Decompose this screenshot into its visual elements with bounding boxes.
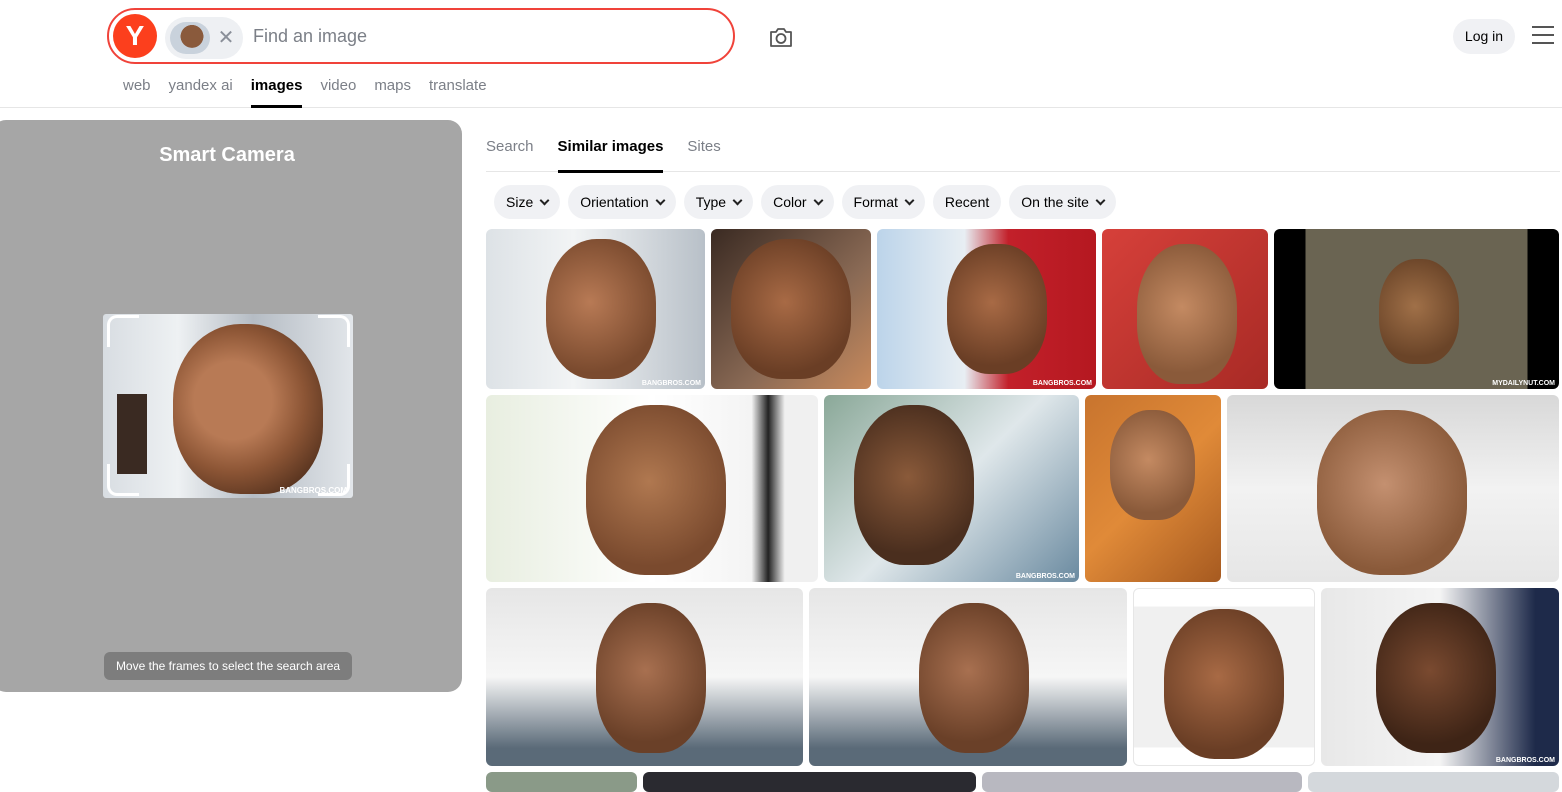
search-input[interactable] <box>253 22 713 50</box>
service-nav: web yandex ai images video maps translat… <box>123 76 487 108</box>
crop-handle-bottom-left[interactable] <box>107 464 139 496</box>
watermark: BANGBROS.COM <box>1032 380 1092 387</box>
chevron-down-icon <box>1095 195 1106 206</box>
tab-sites[interactable]: Sites <box>687 120 720 172</box>
smart-camera-title: Smart Camera <box>159 144 295 166</box>
result-image[interactable]: MYDAILYNUT.COM <box>1274 229 1559 389</box>
chevron-down-icon <box>539 195 550 206</box>
nav-video[interactable]: video <box>320 76 356 108</box>
watermark: MYDAILYNUT.COM <box>1492 380 1555 387</box>
nav-web[interactable]: web <box>123 76 151 108</box>
filter-bar: Size Orientation Type Color Format Recen… <box>494 185 1116 219</box>
result-image[interactable]: BANGBROS.COM <box>486 229 705 389</box>
crop-hint: Move the frames to select the search are… <box>104 652 352 680</box>
filter-recent[interactable]: Recent <box>932 185 1002 219</box>
crop-handle-top-left[interactable] <box>107 315 139 347</box>
result-image[interactable] <box>486 588 803 766</box>
filter-on-the-site[interactable]: On the site <box>1009 185 1116 219</box>
result-image[interactable] <box>1102 229 1268 389</box>
result-image[interactable] <box>982 772 1302 792</box>
tab-similar-images[interactable]: Similar images <box>557 120 663 173</box>
filter-size[interactable]: Size <box>494 185 561 219</box>
chevron-down-icon <box>655 195 666 206</box>
nav-images[interactable]: images <box>250 76 302 108</box>
watermark: BANGBROS.COM <box>641 380 701 387</box>
filter-orientation[interactable]: Orientation <box>568 185 676 219</box>
menu-icon[interactable] <box>1532 26 1554 46</box>
result-image[interactable] <box>711 229 871 389</box>
chevron-down-icon <box>732 195 743 206</box>
results-panel: Search Similar images Sites Size Orienta… <box>474 120 1562 792</box>
crop-handle-bottom-right[interactable] <box>318 464 350 496</box>
result-image[interactable]: BANGBROS.COM <box>1321 588 1559 766</box>
watermark: BANGBROS.COM <box>1495 757 1555 764</box>
result-image[interactable] <box>1308 772 1559 792</box>
yandex-logo[interactable]: Y <box>113 14 157 58</box>
crop-handle-top-right[interactable] <box>318 315 350 347</box>
result-image[interactable] <box>1085 395 1221 582</box>
nav-translate[interactable]: translate <box>429 76 487 108</box>
result-image[interactable] <box>809 588 1127 766</box>
result-image[interactable]: BANGBROS.COM <box>877 229 1096 389</box>
result-image[interactable] <box>486 395 818 582</box>
result-image[interactable] <box>1227 395 1559 582</box>
result-image[interactable] <box>1133 588 1315 766</box>
camera-icon[interactable] <box>765 21 797 53</box>
search-box[interactable]: Y ✕ <box>107 8 735 64</box>
login-button[interactable]: Log in <box>1453 19 1515 54</box>
result-image[interactable] <box>486 772 637 792</box>
smart-camera-panel: Smart Camera BANGBROS.COM Move the frame… <box>0 120 462 692</box>
chevron-down-icon <box>904 195 915 206</box>
watermark: BANGBROS.COM <box>1015 573 1075 580</box>
nav-yandex-ai[interactable]: yandex ai <box>169 76 233 108</box>
filter-type[interactable]: Type <box>683 185 754 219</box>
close-icon[interactable]: ✕ <box>215 25 237 51</box>
tab-search[interactable]: Search <box>486 120 534 172</box>
filter-format[interactable]: Format <box>841 185 925 219</box>
filter-color[interactable]: Color <box>761 185 834 219</box>
results-tabs: Search Similar images Sites <box>486 120 1560 173</box>
search-image-chip[interactable]: ✕ <box>165 17 243 59</box>
result-image[interactable] <box>643 772 976 792</box>
nav-maps[interactable]: maps <box>374 76 411 108</box>
chevron-down-icon <box>813 195 823 206</box>
search-image-thumbnail <box>170 22 210 54</box>
header: Y ✕ Log in web yandex ai images video ma… <box>0 0 1562 108</box>
result-image[interactable]: BANGBROS.COM <box>824 395 1079 582</box>
query-image: BANGBROS.COM <box>103 314 353 498</box>
